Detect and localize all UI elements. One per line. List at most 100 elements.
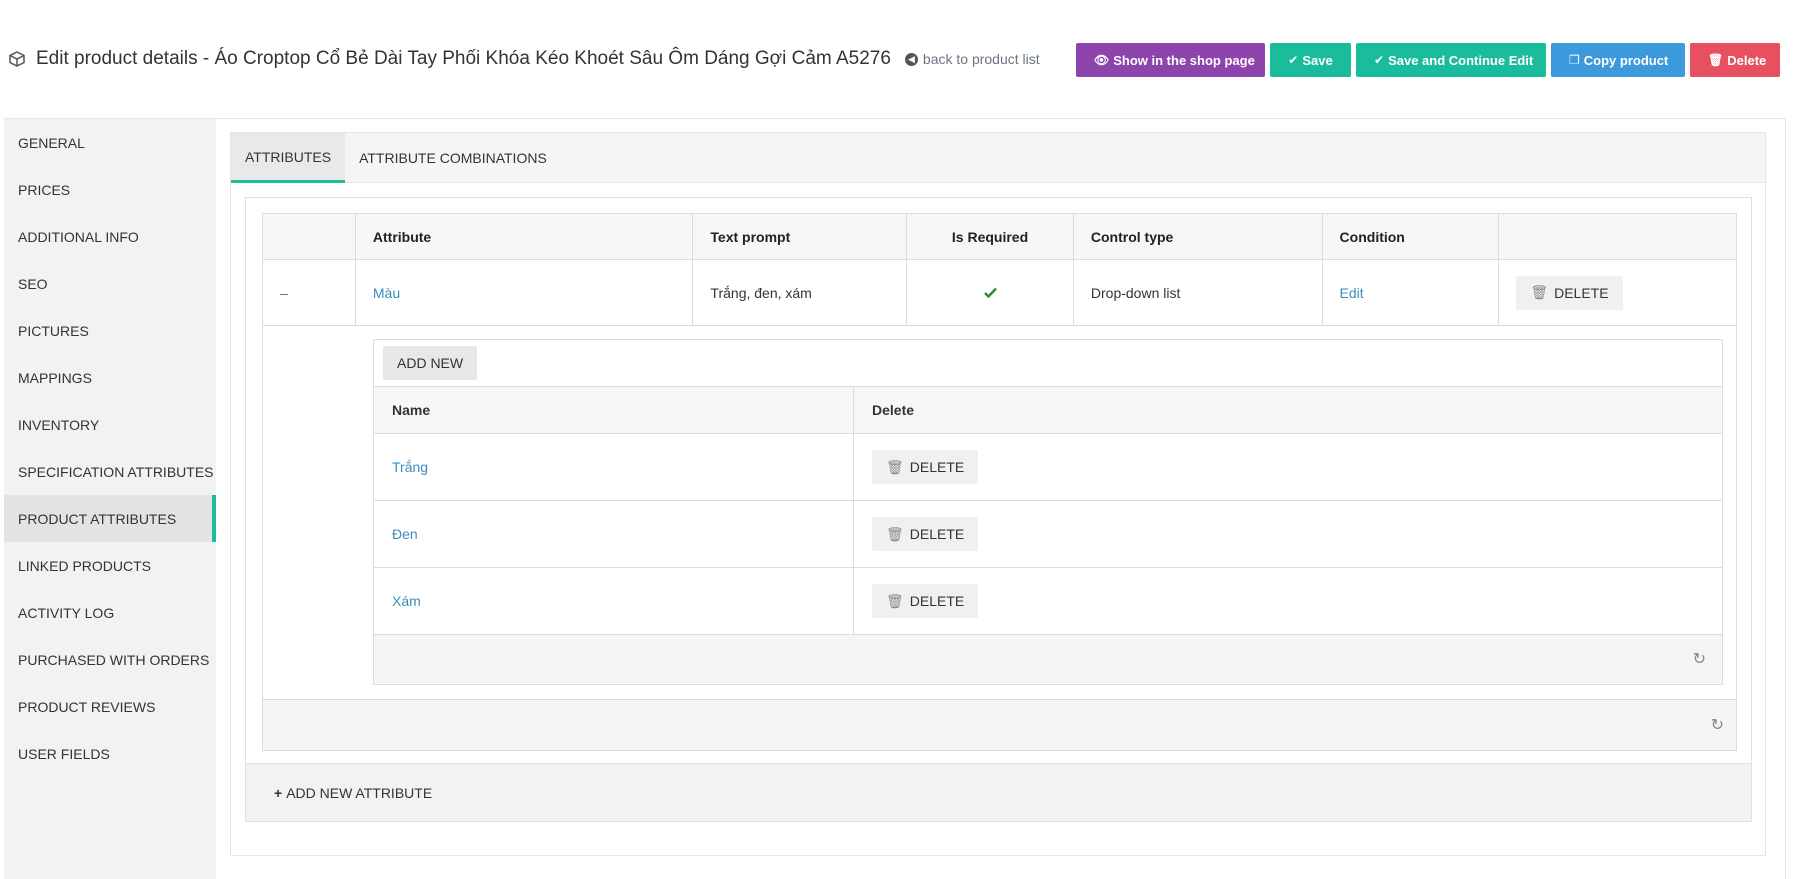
save-label: Save bbox=[1302, 52, 1333, 68]
delete-label: DELETE bbox=[909, 593, 965, 609]
condition-cell: Edit bbox=[1323, 260, 1500, 325]
delete-attribute-button[interactable]: 🗑 DELETE bbox=[1516, 275, 1623, 310]
header-name: Name bbox=[374, 387, 854, 433]
sidebar-item-label: PURCHASED WITH ORDERS bbox=[18, 651, 210, 668]
delete-value-button[interactable]: 🗑 DELETE bbox=[872, 450, 979, 484]
trash-icon: 🗑 bbox=[1530, 284, 1549, 300]
value-link[interactable]: Trắng bbox=[392, 459, 428, 475]
check-icon: ✔ bbox=[1288, 53, 1299, 67]
sidebar-item-specification-attributes[interactable]: SPECIFICATION ATTRIBUTES bbox=[4, 448, 216, 495]
check-icon bbox=[983, 285, 997, 301]
sidebar-item-label: USER FIELDS bbox=[18, 745, 110, 762]
save-continue-button[interactable]: ✔ Save and Continue Edit bbox=[1356, 43, 1546, 77]
sidebar-item-prices[interactable]: PRICES bbox=[4, 166, 216, 213]
header-delete: Delete bbox=[872, 402, 915, 418]
refresh-icon[interactable]: ↻ bbox=[1711, 715, 1724, 735]
add-new-label: ADD NEW bbox=[397, 355, 464, 371]
values-toolbar: ADD NEW bbox=[374, 340, 1722, 387]
delete-label: DELETE bbox=[909, 526, 965, 542]
value-delete-cell: 🗑 DELETE bbox=[854, 434, 1722, 500]
cube-icon bbox=[8, 50, 26, 68]
sidebar-item-inventory[interactable]: INVENTORY bbox=[4, 401, 216, 448]
table-row: Xám 🗑 DELETE bbox=[374, 568, 1722, 635]
delete-label: DELETE bbox=[909, 459, 965, 475]
page-header: Edit product details - Áo Croptop Cổ Bẻ … bbox=[0, 0, 1801, 118]
text-prompt-cell: Trắng, đen, xám bbox=[693, 260, 908, 325]
sidebar-item-label: PRODUCT REVIEWS bbox=[18, 698, 156, 715]
sidebar-item-label: PICTURES bbox=[18, 322, 89, 339]
scrollbar[interactable] bbox=[1786, 0, 1801, 879]
action-buttons: 👁 Show in the shop page ✔ Save ✔ Save an… bbox=[1076, 43, 1780, 77]
sidebar-item-label: LINKED PRODUCTS bbox=[18, 557, 152, 574]
tab-attributes[interactable]: ATTRIBUTES bbox=[231, 133, 346, 183]
add-new-value-button[interactable]: ADD NEW bbox=[383, 346, 478, 380]
eye-icon: 👁 bbox=[1094, 53, 1110, 67]
refresh-icon[interactable]: ↻ bbox=[1693, 649, 1706, 669]
sidebar-item-product-attributes[interactable]: PRODUCT ATTRIBUTES bbox=[4, 495, 216, 542]
tab-label: ATTRIBUTES bbox=[245, 148, 332, 165]
header-is-required: Is Required bbox=[907, 214, 1074, 259]
arrow-left-circle-icon: ◀ bbox=[904, 52, 918, 66]
sidebar-item-general[interactable]: GENERAL bbox=[4, 119, 216, 166]
tab-bar: ATTRIBUTES ATTRIBUTE COMBINATIONS bbox=[231, 133, 1765, 183]
value-delete-cell: 🗑 DELETE bbox=[854, 501, 1722, 567]
collapse-toggle[interactable]: – bbox=[263, 260, 356, 325]
sidebar-item-label: MAPPINGS bbox=[18, 369, 92, 386]
sidebar-item-additional-info[interactable]: ADDITIONAL INFO bbox=[4, 213, 216, 260]
value-name-cell: Trắng bbox=[374, 434, 854, 500]
sidebar-item-label: SEO bbox=[18, 275, 48, 292]
sidebar-item-activity-log[interactable]: ACTIVITY LOG bbox=[4, 589, 216, 636]
sidebar-item-purchased-with-orders[interactable]: PURCHASED WITH ORDERS bbox=[4, 636, 216, 683]
sidebar-item-pictures[interactable]: PICTURES bbox=[4, 307, 216, 354]
header-text-prompt: Text prompt bbox=[693, 214, 908, 259]
tab-panel: ATTRIBUTES ATTRIBUTE COMBINATIONS Attrib… bbox=[230, 132, 1766, 856]
sidebar-item-product-reviews[interactable]: PRODUCT REVIEWS bbox=[4, 683, 216, 730]
page-title: Edit product details - Áo Croptop Cổ Bẻ … bbox=[36, 48, 891, 69]
sidebar-item-mappings[interactable]: MAPPINGS bbox=[4, 354, 216, 401]
attribute-name-cell: Màu bbox=[356, 260, 694, 325]
delete-product-label: Delete bbox=[1727, 52, 1767, 68]
add-new-attribute-label: ADD NEW ATTRIBUTE bbox=[286, 784, 433, 801]
sidebar-item-seo[interactable]: SEO bbox=[4, 260, 216, 307]
delete-cell: 🗑 DELETE bbox=[1499, 260, 1736, 325]
check-circle-icon: ✔ bbox=[1374, 53, 1385, 67]
values-header-row: Name Delete bbox=[374, 387, 1722, 434]
value-delete-cell: 🗑 DELETE bbox=[854, 568, 1722, 634]
attributes-table: Attribute Text prompt Is Required Contro… bbox=[262, 213, 1737, 751]
add-new-attribute-button[interactable]: + ADD NEW ATTRIBUTE bbox=[246, 763, 1751, 821]
copy-product-button[interactable]: ❐ Copy product bbox=[1551, 43, 1685, 77]
show-in-shop-button[interactable]: 👁 Show in the shop page bbox=[1076, 43, 1265, 77]
delete-product-button[interactable]: 🗑 Delete bbox=[1690, 43, 1780, 77]
attribute-link[interactable]: Màu bbox=[373, 285, 400, 301]
sidebar-item-linked-products[interactable]: LINKED PRODUCTS bbox=[4, 542, 216, 589]
sidebar-nav: GENERAL PRICES ADDITIONAL INFO SEO PICTU… bbox=[4, 119, 216, 879]
copy-product-label: Copy product bbox=[1583, 52, 1669, 68]
sidebar-item-label: INVENTORY bbox=[18, 416, 100, 433]
header-expand bbox=[263, 214, 356, 259]
value-name-cell: Xám bbox=[374, 568, 854, 634]
copy-icon: ❐ bbox=[1569, 53, 1580, 67]
sidebar-item-label: PRICES bbox=[18, 181, 71, 198]
header-condition: Condition bbox=[1323, 214, 1500, 259]
value-link[interactable]: Đen bbox=[392, 526, 418, 542]
sidebar-item-label: ADDITIONAL INFO bbox=[18, 228, 139, 245]
value-link[interactable]: Xám bbox=[392, 593, 421, 609]
back-link-label: back to product list bbox=[922, 51, 1040, 67]
values-footer: ↻ bbox=[374, 635, 1722, 683]
tab-attribute-combinations[interactable]: ATTRIBUTE COMBINATIONS bbox=[345, 133, 561, 183]
attributes-box: Attribute Text prompt Is Required Contro… bbox=[245, 197, 1752, 822]
sidebar-item-label: SPECIFICATION ATTRIBUTES bbox=[18, 463, 214, 480]
attributes-footer: ↻ bbox=[263, 700, 1736, 750]
save-button[interactable]: ✔ Save bbox=[1270, 43, 1351, 77]
sidebar-item-label: ACTIVITY LOG bbox=[18, 604, 115, 621]
tab-label: ATTRIBUTE COMBINATIONS bbox=[359, 150, 547, 166]
values-box: ADD NEW Name Delete Trắng 🗑 DELETE Đen 🗑… bbox=[373, 339, 1723, 685]
control-type-cell: Drop-down list bbox=[1074, 260, 1323, 325]
sidebar-item-user-fields[interactable]: USER FIELDS bbox=[4, 730, 216, 777]
delete-value-button[interactable]: 🗑 DELETE bbox=[872, 584, 979, 618]
delete-label: DELETE bbox=[1554, 284, 1609, 301]
back-to-list-link[interactable]: ◀ back to product list bbox=[904, 51, 1040, 67]
condition-edit-link[interactable]: Edit bbox=[1340, 285, 1364, 301]
delete-value-button[interactable]: 🗑 DELETE bbox=[872, 517, 979, 551]
trash-icon: 🗑 bbox=[886, 458, 904, 475]
